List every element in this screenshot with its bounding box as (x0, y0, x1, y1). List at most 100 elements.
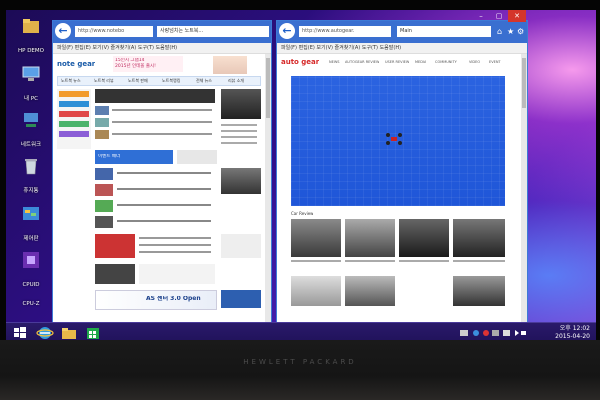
news-title-line[interactable] (117, 188, 211, 190)
clock-time: 오후 12:02 (559, 325, 590, 332)
maximize-button[interactable]: ▢ (490, 10, 508, 22)
review-caption-line[interactable] (291, 260, 341, 262)
nav-item[interactable]: 리뷰 소개 (228, 78, 244, 84)
promo-banner[interactable]: 15인치 그램14 2015년 인테올 출시! (113, 56, 183, 72)
news-thumb[interactable] (95, 200, 113, 212)
event-banner[interactable]: 이벤트 배너 (95, 150, 173, 164)
start-button[interactable] (12, 325, 28, 341)
back-arrow-icon[interactable]: ← (55, 23, 71, 39)
article-title-line[interactable] (112, 133, 212, 135)
desktop-icon-recycle-bin[interactable]: 휴지통 (9, 156, 53, 196)
back-arrow-icon[interactable]: ← (279, 23, 295, 39)
site-logo[interactable]: note gear (57, 57, 101, 71)
desktop-icon-label: 내 PC (24, 96, 38, 102)
product-banner[interactable] (177, 150, 217, 164)
right-browser-window[interactable]: ← http://www.autogear. Main ⌂ ★ ⚙ 파일(F) … (276, 20, 528, 324)
store-taskbar-button[interactable] (84, 325, 102, 341)
link-line[interactable] (221, 130, 257, 132)
sidebar-banner[interactable] (59, 131, 89, 137)
right-tab[interactable]: Main (397, 26, 491, 37)
article-thumb[interactable] (95, 106, 109, 115)
left-browser-window[interactable]: ← http://www.notebo 사랑넘치는 노트북... 파일(F) 편… (52, 20, 272, 324)
list-line[interactable] (139, 237, 211, 239)
right-scrollbar[interactable] (521, 54, 527, 323)
link-line[interactable] (221, 142, 257, 144)
nav-item[interactable]: VIDEO (469, 60, 480, 65)
car-review-thumb[interactable] (345, 276, 395, 306)
list-line[interactable] (139, 244, 211, 246)
taskbar-clock[interactable]: 오후 12:02 2015-04-20 (555, 325, 590, 341)
review-caption-line[interactable] (345, 260, 395, 262)
nav-item[interactable]: EVENT (489, 60, 501, 65)
car-ad-banner[interactable] (221, 290, 261, 308)
desktop-icon-cpuid-cpuz[interactable]: CPUID CPU-Z (9, 250, 53, 309)
sidebar-banner[interactable] (59, 101, 89, 107)
right-nav-bar: NEWS AUTOGEAR REVIEW USER REVIEW MEDIA C… (329, 60, 513, 66)
news-title-line[interactable] (117, 220, 211, 222)
car-review-thumb[interactable] (453, 276, 505, 306)
right-menubar[interactable]: 파일(F) 편집(E) 보기(V) 즐겨찾기(A) 도구(T) 도움말(H) (277, 43, 527, 54)
home-icon[interactable]: ⌂ (497, 26, 502, 37)
car-review-thumb[interactable] (399, 219, 449, 257)
nav-item[interactable]: USER REVIEW (385, 60, 409, 65)
article-thumb[interactable] (95, 130, 109, 139)
nav-item[interactable]: 노트북 리뷰 (94, 78, 114, 84)
sidebar-banner[interactable] (59, 91, 89, 97)
article-thumb[interactable] (95, 118, 109, 127)
minimize-button[interactable]: – (472, 10, 490, 22)
nav-item[interactable]: 노트북 뉴스 (61, 78, 81, 84)
nav-item[interactable]: 전체 뉴스 (196, 78, 212, 84)
close-button[interactable]: ✕ (508, 10, 526, 22)
news-thumb[interactable] (95, 168, 113, 180)
left-address-bar[interactable]: http://www.notebo (75, 26, 153, 37)
sidebar-banner[interactable] (59, 121, 89, 127)
desktop-icon-my-pc[interactable]: 내 PC (9, 64, 53, 104)
car-review-thumb[interactable] (345, 219, 395, 257)
nav-item[interactable]: NEWS (329, 60, 340, 65)
left-tab[interactable]: 사랑넘치는 노트북... (157, 26, 269, 37)
news-thumb[interactable] (95, 184, 113, 196)
desktop-icon-network[interactable]: 네트워크 (9, 110, 53, 150)
right-browser-titlebar: ← http://www.autogear. Main ⌂ ★ ⚙ (277, 21, 527, 43)
left-menubar[interactable]: 파일(F) 편집(E) 보기(V) 즐겨찾기(A) 도구(T) 도움말(H) (53, 43, 271, 54)
review-caption-line[interactable] (399, 260, 449, 262)
scrollbar-thumb[interactable] (522, 58, 526, 108)
favorites-star-icon[interactable]: ★ (507, 26, 514, 37)
left-scrollbar[interactable] (265, 54, 271, 323)
internet-explorer-taskbar-button[interactable] (36, 325, 54, 341)
review-caption-line[interactable] (453, 260, 505, 262)
nav-item[interactable]: AUTOGEAR REVIEW (345, 60, 379, 65)
article-title-line[interactable] (112, 121, 212, 123)
news-thumb[interactable] (95, 216, 113, 228)
car-review-thumb[interactable] (291, 276, 341, 306)
car-ad-image[interactable] (221, 168, 261, 194)
car-review-thumb[interactable] (453, 219, 505, 257)
nav-item[interactable]: MEDIA (415, 60, 426, 65)
nav-item[interactable]: COMMUNITY (435, 60, 457, 65)
drone-icon (386, 133, 402, 145)
link-line[interactable] (221, 124, 257, 126)
car-review-thumb[interactable] (291, 219, 341, 257)
hero-image[interactable] (291, 76, 505, 213)
scrollbar-thumb[interactable] (266, 58, 270, 118)
autogear-logo[interactable]: auto gear (281, 57, 319, 67)
carousel-dots[interactable] (371, 198, 425, 213)
featured-article-image[interactable] (95, 89, 215, 103)
desktop-icon-control-panel[interactable]: 제어판 (9, 204, 53, 244)
right-address-bar[interactable]: http://www.autogear. (299, 26, 391, 37)
news-title-line[interactable] (117, 172, 211, 174)
news-title-line[interactable] (117, 204, 211, 206)
link-line[interactable] (221, 136, 257, 138)
nav-item[interactable]: 노트북 판매 (128, 78, 148, 84)
article-title-line[interactable] (112, 109, 212, 111)
laptop-banner[interactable] (95, 234, 135, 258)
right-ad-image[interactable] (221, 89, 261, 119)
internet-explorer-icon (36, 327, 54, 339)
media-thumb[interactable] (95, 264, 135, 284)
nav-item[interactable]: 노트북랭킹 (162, 78, 180, 84)
settings-gear-icon[interactable]: ⚙ (517, 26, 524, 37)
list-line[interactable] (139, 251, 211, 253)
bottom-ad-banner[interactable]: AS 센터 3.0 Open (95, 290, 217, 310)
sidebar-banner[interactable] (59, 111, 89, 117)
file-explorer-taskbar-button[interactable] (60, 325, 78, 341)
